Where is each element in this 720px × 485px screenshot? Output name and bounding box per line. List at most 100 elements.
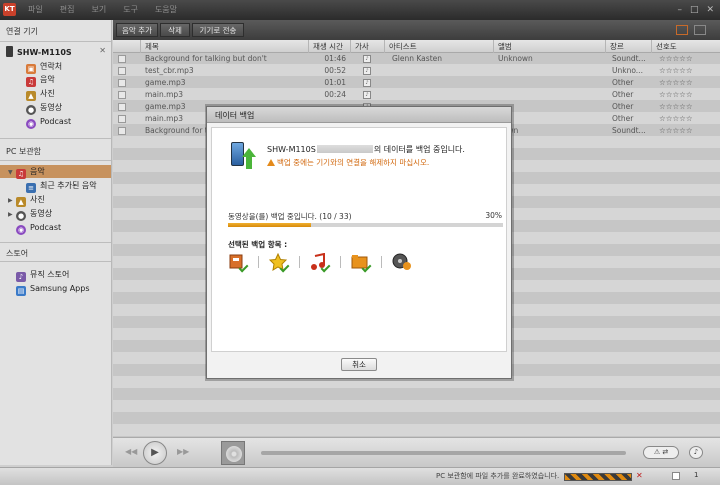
- sidebar-item-videos[interactable]: ● 동영상: [26, 101, 62, 115]
- next-icon[interactable]: ▶▶: [177, 447, 189, 456]
- previous-icon[interactable]: ◀◀: [125, 447, 137, 456]
- menu-help[interactable]: 도움말: [155, 0, 177, 20]
- row-checkbox[interactable]: [118, 127, 126, 135]
- row-checkbox[interactable]: [118, 115, 126, 123]
- cell-time: 00:52: [324, 66, 346, 75]
- video-icon: ●: [16, 211, 26, 221]
- cell-title: Background for talking but don't: [145, 54, 267, 63]
- table-row[interactable]: Background for talking but don't 01:46 Gle…: [113, 53, 720, 65]
- phone-icon: [6, 46, 13, 57]
- column-title[interactable]: 제목: [140, 40, 308, 53]
- sidebar-item-pc-videos[interactable]: ▶ ● 동영상: [8, 207, 53, 221]
- list-view-icon[interactable]: [676, 25, 688, 35]
- sidebar-item-contacts[interactable]: ▣ 연락처: [26, 60, 62, 74]
- sidebar-item-pc-podcast[interactable]: ◉ Podcast: [16, 221, 61, 235]
- podcast-icon: ◉: [16, 225, 26, 235]
- cell-genre: Unkno...: [612, 66, 643, 75]
- sidebar-item-label: 음악: [30, 167, 45, 176]
- maximize-icon[interactable]: □: [690, 4, 699, 16]
- menu-file[interactable]: 파일: [28, 0, 43, 20]
- warning-icon: [267, 159, 275, 166]
- row-checkbox[interactable]: [118, 91, 126, 99]
- sidebar-item-pc-music[interactable]: ▼ ♫ 음악: [8, 165, 45, 179]
- volume-icon[interactable]: ♪: [689, 446, 703, 459]
- grid-view-icon[interactable]: [694, 25, 706, 35]
- sidebar-item-pc-photos[interactable]: ▶ ▲ 사진: [8, 193, 45, 207]
- sidebar-item-label: Podcast: [40, 117, 72, 126]
- dialog-footer: 취소: [207, 354, 511, 379]
- store-title: 스토어: [6, 249, 29, 258]
- lyrics-icon[interactable]: ♪: [363, 67, 371, 75]
- cell-time: 00:24: [324, 90, 346, 99]
- sidebar-item-photos[interactable]: ▲ 사진: [26, 87, 55, 101]
- seek-bar[interactable]: [261, 451, 626, 455]
- warning-text: 백업 중에는 기기와의 연결을 해제하지 마십시오.: [277, 158, 430, 167]
- progress-percent: 30%: [485, 211, 502, 220]
- sidebar-item-label: 음악: [40, 75, 55, 84]
- play-button[interactable]: ▶: [143, 441, 167, 465]
- sidebar-item-podcast[interactable]: ◉ Podcast: [26, 115, 72, 129]
- menu-edit[interactable]: 편집: [60, 0, 75, 20]
- table-row[interactable]: game.mp3 01:01 Other ☆☆☆☆☆ ♪: [113, 77, 720, 89]
- samsung-apps-icon: ▤: [16, 286, 26, 296]
- column-genre[interactable]: 장르: [605, 40, 651, 53]
- cell-artist: [392, 89, 492, 101]
- row-checkbox[interactable]: [118, 67, 126, 75]
- column-rating[interactable]: 선호도: [651, 40, 720, 53]
- cell-rating: ☆☆☆☆☆: [659, 66, 693, 75]
- column-duration[interactable]: 재생 시간: [308, 40, 350, 53]
- app-logo: KT: [3, 3, 16, 16]
- table-row[interactable]: test_cbr.mp3 00:52 Unkno... ☆☆☆☆☆ ♪: [113, 65, 720, 77]
- disconnect-icon[interactable]: ✕: [99, 46, 106, 55]
- status-checkbox[interactable]: [672, 472, 680, 480]
- table-row[interactable]: main.mp3 00:24 Other ☆☆☆☆☆ ♪: [113, 89, 720, 101]
- app-window: KT 파일 편집 보기 도구 도움말 – □ ✕ 연결 기기 SHW-M110S…: [0, 0, 720, 485]
- row-checkbox[interactable]: [118, 55, 126, 63]
- cell-title: main.mp3: [145, 90, 183, 99]
- add-music-button[interactable]: 음악 추가: [116, 23, 158, 37]
- menu-view[interactable]: 보기: [91, 0, 106, 20]
- music-icon: ♫: [26, 77, 36, 87]
- cell-artist: [392, 77, 492, 89]
- sidebar-item-label: 최근 추가된 음악: [40, 181, 97, 190]
- equalizer-button[interactable]: ⚠ ⇄: [643, 446, 679, 459]
- progress-fill: [228, 223, 311, 227]
- row-checkbox[interactable]: [118, 103, 126, 111]
- delete-button[interactable]: 삭제: [160, 23, 190, 37]
- device-model: SHW-M110S: [267, 145, 316, 154]
- sidebar-item-label: 동영상: [30, 209, 53, 218]
- lyrics-icon[interactable]: ♪: [363, 55, 371, 63]
- lyrics-icon[interactable]: ♪: [363, 79, 371, 87]
- backup-dialog: 데이터 백업 SHW-M110S 의 데이터를 백업 중입니다. 백업 중에는 기…: [206, 106, 512, 379]
- photo-icon: ▲: [16, 197, 26, 207]
- send-to-device-button[interactable]: 기기로 전송: [192, 23, 244, 37]
- column-lyrics[interactable]: 가사: [350, 40, 384, 53]
- sidebar-item-music[interactable]: ♫ 음악: [26, 73, 55, 87]
- divider: [258, 256, 259, 268]
- lyrics-icon[interactable]: ♪: [363, 91, 371, 99]
- cancel-button[interactable]: 취소: [341, 358, 377, 371]
- dialog-title: 데이터 백업: [215, 111, 255, 120]
- device-item[interactable]: SHW-M110S ✕: [6, 46, 110, 58]
- minimize-icon[interactable]: –: [677, 4, 682, 16]
- chevron-right-icon[interactable]: ▶: [8, 208, 16, 221]
- chevron-down-icon[interactable]: ▼: [8, 166, 16, 179]
- close-icon[interactable]: ✕: [706, 4, 714, 16]
- divider: [340, 256, 341, 268]
- sidebar-item-music-store[interactable]: ♪ 뮤직 스토어: [16, 268, 69, 282]
- sidebar-item-recent-music[interactable]: ≡ 최근 추가된 음악: [26, 179, 97, 193]
- chevron-right-icon[interactable]: ▶: [8, 194, 16, 207]
- favorites-backup-icon: [268, 252, 290, 273]
- row-checkbox[interactable]: [118, 79, 126, 87]
- progress-label: 동영상을(를) 백업 중입니다. (10 / 33): [228, 212, 352, 221]
- column-album[interactable]: 앨범: [493, 40, 605, 53]
- column-artist[interactable]: 아티스트: [384, 40, 493, 53]
- divider: [0, 41, 111, 42]
- menu-tools[interactable]: 도구: [123, 0, 138, 20]
- title-bar: KT 파일 편집 보기 도구 도움말 – □ ✕: [0, 0, 720, 20]
- music-backup-icon: [310, 252, 331, 273]
- sidebar-item-samsung-apps[interactable]: ▤ Samsung Apps: [16, 282, 90, 296]
- cancel-task-icon[interactable]: ✕: [636, 471, 643, 480]
- podcast-icon: ◉: [26, 119, 36, 129]
- contacts-backup-icon: [228, 253, 249, 273]
